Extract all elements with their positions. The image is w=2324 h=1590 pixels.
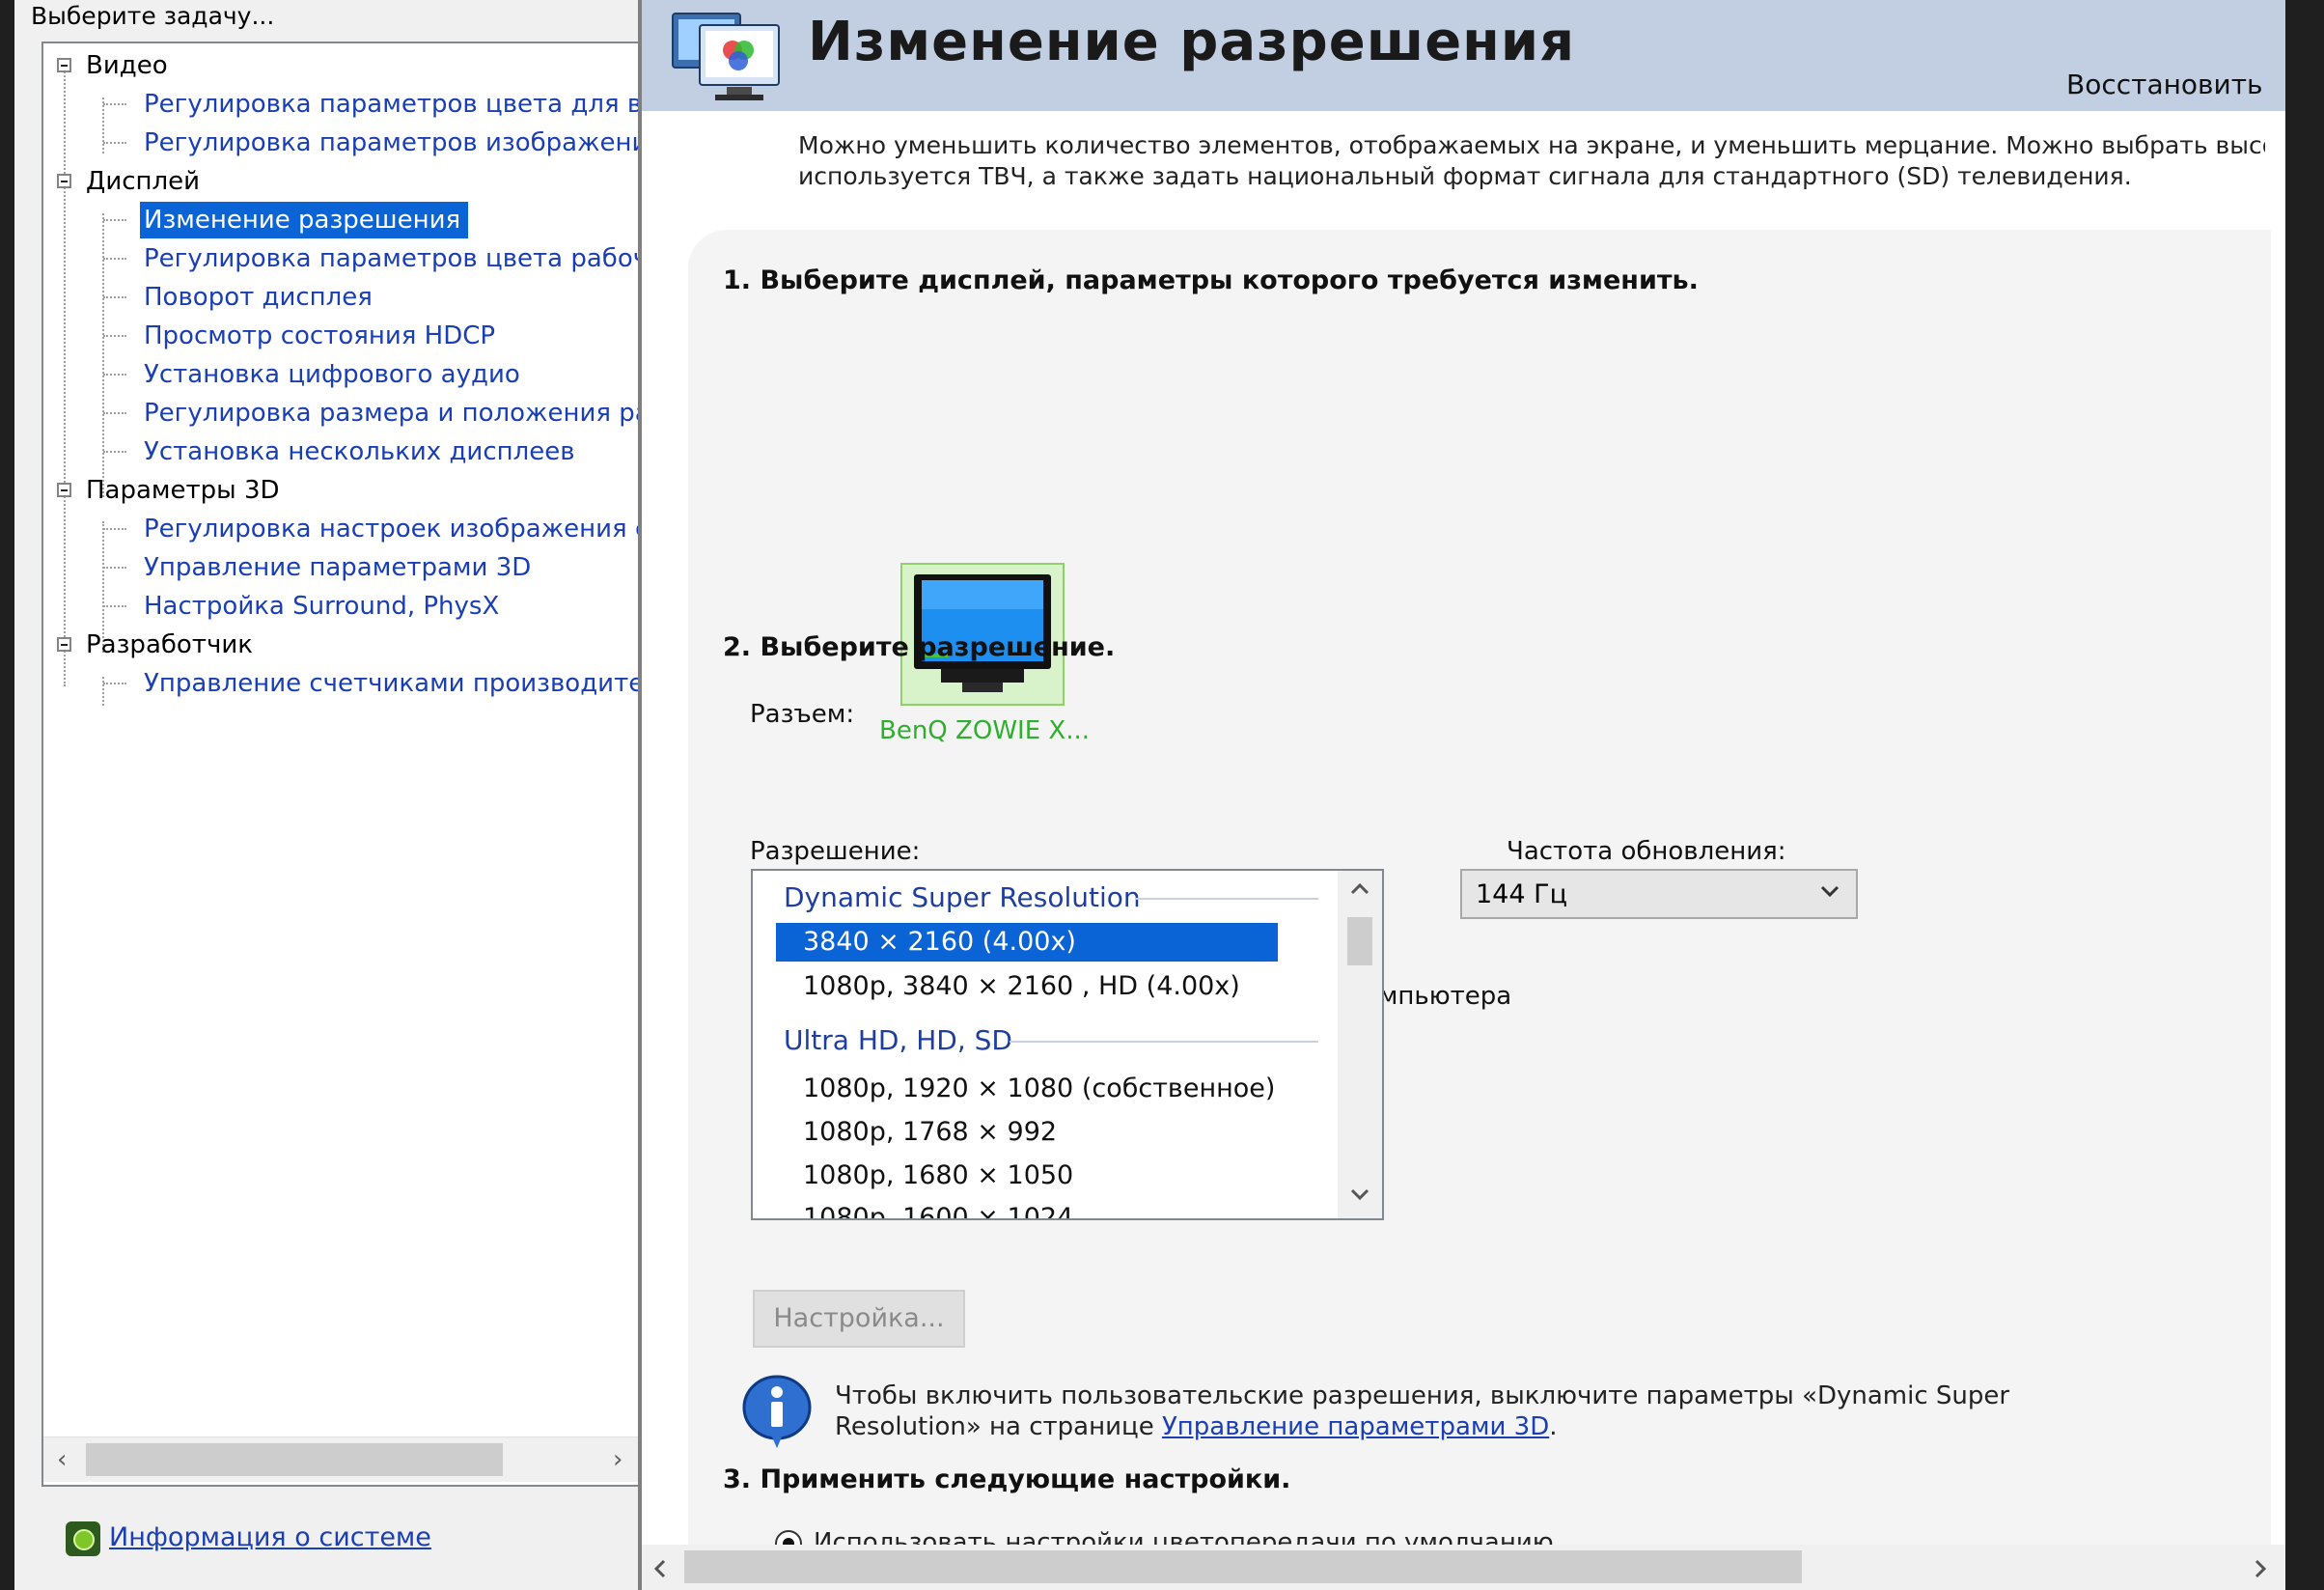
collapse-display-icon[interactable] [57, 174, 71, 188]
resolution-option[interactable]: 1080p, 3840 × 2160 , HD (4.00x) [803, 967, 1240, 1006]
tree-connector [102, 213, 104, 497]
tree-category-3d[interactable]: Параметры 3D [86, 472, 280, 509]
tree-connector [64, 69, 66, 686]
resolution-option[interactable]: 1080p, 1768 × 992 [803, 1113, 1057, 1152]
tree-item-hdcp-status[interactable]: Просмотр состояния HDCP [144, 318, 495, 354]
resolution-group-header: Ultra HD, HD, SD [784, 1024, 1012, 1056]
nvidia-icon [66, 1521, 100, 1556]
resolution-option[interactable]: 1080p, 1920 × 1080 (собственное) [803, 1070, 1275, 1108]
resolution-option[interactable]: 1080p, 1680 × 1050 [803, 1157, 1073, 1195]
description-line: Можно уменьшить количество элементов, от… [798, 131, 2265, 159]
scrollbar-thumb[interactable] [1347, 917, 1372, 965]
content-horizontal-scrollbar[interactable] [642, 1545, 2285, 1590]
dsr-note-end: . [1549, 1412, 1558, 1441]
display-name-label[interactable]: BenQ ZOWIE X... [879, 712, 1090, 749]
tree-category-developer[interactable]: Разработчик [86, 627, 253, 663]
tree-connector [103, 605, 126, 607]
scroll-right-arrow-icon[interactable] [2254, 1558, 2267, 1579]
tree-connector [103, 374, 126, 376]
settings-area: 1. Выберите дисплей, параметры которого … [688, 230, 2271, 1590]
tree-item-digital-audio[interactable]: Установка цифрового аудио [144, 356, 520, 393]
step2-heading: 2. Выберите разрешение. [723, 632, 1116, 662]
dsr-note: Чтобы включить пользовательские разрешен… [835, 1381, 2089, 1442]
chevron-down-icon [1820, 885, 1840, 898]
resolution-scrollbar[interactable] [1338, 871, 1382, 1218]
tree-item-multiple-displays[interactable]: Установка нескольких дисплеев [144, 433, 575, 470]
collapse-3d-icon[interactable] [57, 483, 71, 497]
tree-item-perf-counters[interactable]: Управление счетчиками производителы [144, 665, 644, 702]
scrollbar-thumb[interactable] [684, 1550, 1802, 1583]
scroll-left-arrow-icon[interactable]: ‹ [57, 1437, 67, 1482]
step1-heading: 1. Выберите дисплей, параметры которого … [723, 265, 1699, 295]
tree-category-video[interactable]: Видео [86, 47, 168, 84]
tree-connector [103, 451, 126, 453]
tree-item-change-resolution[interactable]: Изменение разрешения [140, 202, 469, 238]
tree-item-desktop-color[interactable]: Регулировка параметров цвета рабочег [144, 240, 644, 277]
tree-connector [103, 296, 126, 298]
tree-item-rotate-display[interactable]: Поворот дисплея [144, 279, 373, 316]
tree-item-video-color[interactable]: Регулировка параметров цвета для вид [144, 86, 644, 123]
resolution-listbox[interactable]: Dynamic Super Resolution 3840 × 2160 (4.… [751, 869, 1384, 1220]
display-settings-icon [672, 13, 780, 100]
manage-3d-link[interactable]: Управление параметрами 3D [1162, 1412, 1549, 1441]
description-line: используется ТВЧ, а также задать национа… [798, 162, 2132, 190]
tree-connector [103, 103, 126, 105]
tree-item-manage-3d[interactable]: Управление параметрами 3D [144, 549, 531, 586]
task-tree[interactable]: Видео Регулировка параметров цвета для в… [42, 42, 646, 1487]
tree-connector [103, 219, 126, 221]
tree-connector [103, 335, 126, 337]
connector-label: Разъем: [750, 700, 855, 729]
tree-item-3d-preview[interactable]: Регулировка настроек изображения с пр [144, 511, 644, 547]
resolution-option[interactable]: 1080p, 1600 × 1024 [803, 1199, 1073, 1218]
tree-connector [103, 142, 126, 144]
tree-connector [103, 412, 126, 414]
refresh-rate-dropdown[interactable]: 144 Гц [1460, 869, 1858, 919]
tree-connector [102, 98, 104, 153]
group-divider [1135, 898, 1318, 900]
resolution-group-header: Dynamic Super Resolution [784, 881, 1141, 913]
tree-connector [102, 677, 104, 706]
tree-connector [103, 683, 126, 684]
scroll-right-arrow-icon[interactable]: › [613, 1437, 622, 1482]
scroll-down-arrow-icon[interactable] [1349, 1187, 1370, 1201]
tree-connector [103, 258, 126, 260]
group-divider [1010, 1041, 1318, 1043]
scroll-up-arrow-icon[interactable] [1349, 882, 1370, 896]
page-description: Можно уменьшить количество элементов, от… [798, 130, 2265, 192]
tree-item-desktop-size[interactable]: Регулировка размера и положения рабо [144, 395, 644, 432]
tree-connector [103, 567, 126, 569]
tree-item-surround-physx[interactable]: Настройка Surround, PhysX [144, 588, 499, 625]
system-info-link[interactable]: Информация о системе [109, 1519, 431, 1557]
tree-category-display[interactable]: Дисплей [86, 163, 200, 200]
tree-connector [103, 528, 126, 530]
collapse-developer-icon[interactable] [57, 637, 71, 652]
tree-horizontal-scrollbar[interactable]: ‹ › [43, 1437, 642, 1482]
content-panel: Изменение разрешения Восстановить Можно … [642, 0, 2285, 1590]
info-icon [742, 1375, 812, 1448]
resolution-label: Разрешение: [750, 837, 921, 866]
refresh-rate-label: Частота обновления: [1507, 837, 1786, 866]
task-panel: Выберите задачу... Видео Регулировка пар… [14, 0, 646, 1590]
restore-defaults-link[interactable]: Восстановить [2066, 66, 2263, 104]
custom-settings-button[interactable]: Настройка... [753, 1290, 965, 1348]
page-title: Изменение разрешения [808, 11, 1576, 73]
task-panel-title: Выберите задачу... [31, 2, 275, 30]
scroll-left-arrow-icon[interactable] [653, 1558, 667, 1579]
tree-item-video-image[interactable]: Регулировка параметров изображения д [144, 125, 644, 161]
collapse-video-icon[interactable] [57, 58, 71, 72]
scrollbar-thumb[interactable] [86, 1443, 503, 1476]
step3-heading: 3. Применить следующие настройки. [723, 1464, 1291, 1494]
refresh-rate-value: 144 Гц [1476, 879, 1567, 909]
resolution-option[interactable]: 3840 × 2160 (4.00x) [776, 923, 1278, 962]
